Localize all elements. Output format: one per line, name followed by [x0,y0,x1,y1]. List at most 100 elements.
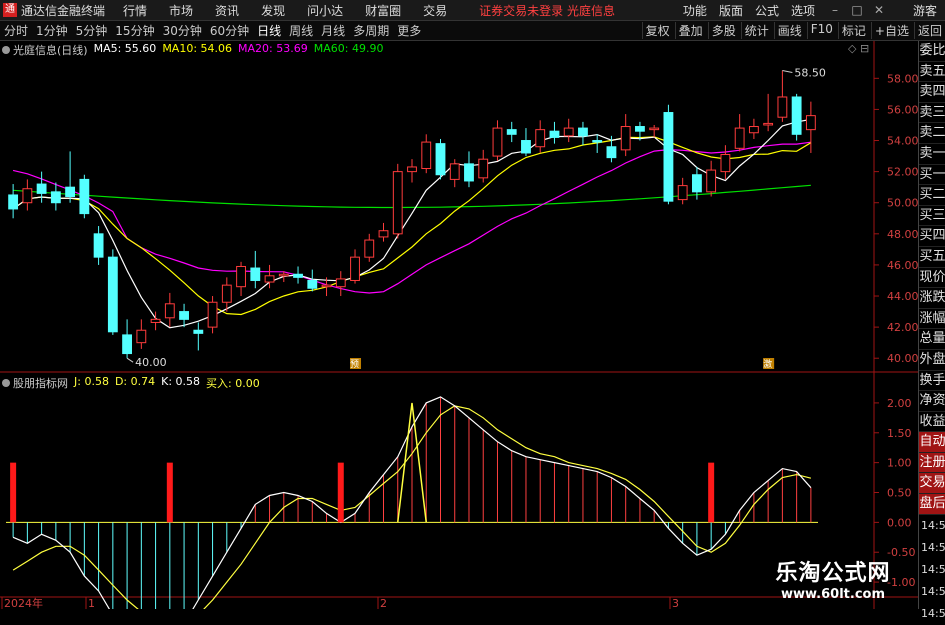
candle-body [65,186,76,198]
indicator-tick-label: 2.00 [887,397,912,410]
side-time: 14:56 [921,540,945,554]
candle-body [606,146,617,159]
indicator-tick-label: 1.50 [887,427,912,440]
side-change[interactable]: 涨跌 [919,288,945,309]
side-register[interactable]: 注册 [919,452,945,474]
candle-body [521,140,531,154]
side-earnings[interactable]: 收益 [919,412,945,433]
price-tick-label: 56.00 [887,103,918,116]
j-value: J: 0.58 [74,375,109,388]
main-indicator-line: 光庭信息(日线) MA5: 55.60 MA10: 54.06 MA20: 53… [2,42,383,58]
side-weibi[interactable]: 委比 [919,41,945,62]
side-time: 14:56 [921,518,945,532]
candle-body [563,127,574,137]
stock-title[interactable]: 光庭信息(日线) [2,42,88,58]
price-tick-label: 48.00 [887,228,918,241]
side-buy1[interactable]: 买一 [919,165,945,186]
buy-signal-bar [166,462,173,523]
candle-body [464,163,474,182]
event-marker-label: 激 [763,358,772,370]
candle-body [193,329,204,334]
time-tick-label: 2024年 [4,596,43,609]
candle-body [350,256,360,281]
candle-body [307,279,318,289]
candle-body [421,141,432,170]
candle-body [706,169,717,193]
side-sell3[interactable]: 卖三 [919,103,945,124]
candle-body [221,284,232,303]
side-sell4[interactable]: 卖四 [919,82,945,103]
side-outer[interactable]: 外盘 [919,350,945,371]
candle-body [449,163,460,180]
price-tick-label: 40.00 [887,352,918,365]
side-buy2[interactable]: 买二 [919,185,945,206]
side-buy5[interactable]: 买五 [919,247,945,268]
candle-body [720,154,731,173]
high-marker-line [782,70,793,74]
side-change-pct[interactable]: 涨幅 [919,309,945,330]
candle-body [691,174,702,193]
d-value: D: 0.74 [114,375,156,388]
price-tick-label: 58.00 [887,72,918,85]
candle-body [635,126,645,132]
candle-body [164,303,175,319]
candle-body [278,273,289,277]
ma60-line [13,184,811,209]
settings-dot-icon[interactable] [2,46,10,54]
side-sell2[interactable]: 卖二 [919,123,945,144]
price-tick-label: 44.00 [887,290,918,303]
kline-chart[interactable]: 40.00 42.00 44.00 46.00 48.00 50.00 52.00 54.00… [0,0,918,609]
time-tick-label: 3 [672,597,679,609]
side-volume[interactable]: 总量 [919,329,945,350]
watermark-url: www.60lt.com [780,587,886,602]
candle-body [620,126,631,151]
candle-body [592,140,603,143]
candle-body [293,273,303,278]
side-after-hours[interactable]: 盘后 [919,494,945,515]
candle-body [107,256,118,333]
candle-body [179,311,189,320]
ma5-value: MA5: 55.60 [93,42,157,55]
candle-body [777,96,788,118]
side-auto[interactable]: 自动 [919,432,945,453]
candle-body [478,158,489,179]
candle-body [506,129,517,135]
low-marker-line [126,357,134,363]
buy-signal-bar [337,462,344,523]
candle-body [236,265,246,288]
candle-body [79,178,90,215]
candle-body [122,334,133,355]
low-price-label: 40.00 [135,356,167,369]
side-trade[interactable]: 交易 [919,473,945,495]
settings-dot-icon[interactable] [2,379,10,387]
event-marker-label: 预 [350,359,359,370]
sub-indicator-title[interactable]: 股朋指标网 [2,375,68,391]
side-price[interactable]: 现价 [919,268,945,289]
ma20-value: MA20: 53.69 [238,42,308,55]
side-turnover[interactable]: 换手 [919,371,945,392]
candle-body [392,171,403,235]
high-price-label: 58.50 [794,67,826,80]
indicator-tick-label: 0.00 [887,516,912,529]
side-buy4[interactable]: 买四 [919,226,945,247]
price-tick-label: 46.00 [887,259,918,272]
candle-body [549,130,560,138]
time-tick-label: 2 [380,597,387,609]
candle-body [22,188,33,204]
watermark: 乐淘公式网 www.60lt.com [748,555,918,609]
candle-body [805,115,816,131]
side-time: 14:56 [921,606,945,620]
price-tick-label: 54.00 [887,135,918,148]
candle-body [150,318,161,323]
candle-body [93,233,104,258]
quote-sidebar: 委比 卖五 卖四 卖三 卖二 卖一 买一 买二 买三 买四 买五 现价 涨跌 涨… [918,41,945,620]
side-sell5[interactable]: 卖五 [919,62,945,83]
side-buy3[interactable]: 买三 [919,206,945,227]
side-sell1[interactable]: 卖一 [919,144,945,165]
side-net-assets[interactable]: 净资 [919,391,945,412]
candle-body [435,143,446,176]
back-button[interactable]: 返回 [913,22,945,39]
candle-body [335,278,346,288]
candle-body [36,183,47,194]
buy-value: 买入: 0.00 [206,377,260,390]
